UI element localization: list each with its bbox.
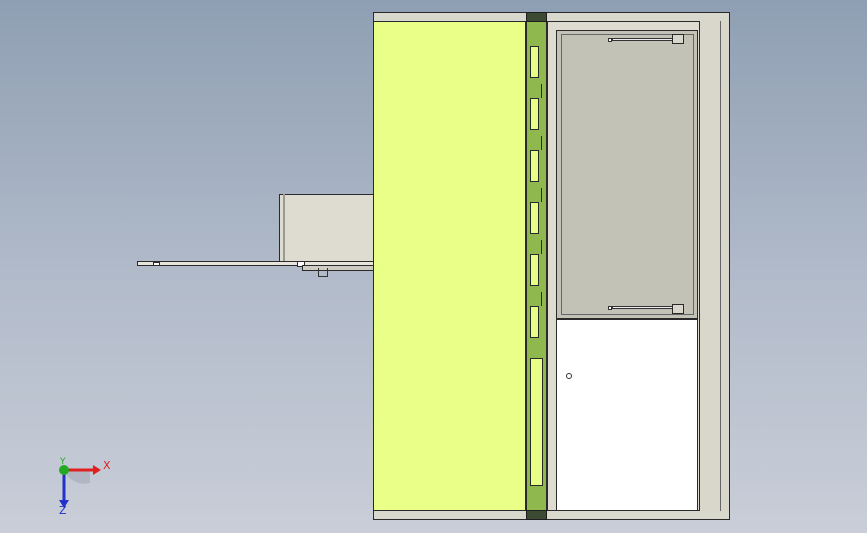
z-axis-label: Z <box>59 504 67 515</box>
shelf-stop <box>153 262 160 266</box>
top-rail <box>612 38 674 41</box>
drawer-box[interactable] <box>279 194 374 262</box>
bottom-rail <box>612 306 674 309</box>
strip-tick <box>541 188 544 202</box>
side-post-edge <box>720 21 721 511</box>
strip-tick <box>541 136 544 150</box>
strip-cap-bottom <box>526 510 547 520</box>
x-arrow-head <box>93 465 101 475</box>
vent-slot <box>530 46 539 78</box>
shelf-support-bar <box>302 265 374 271</box>
strip-tick <box>541 84 544 98</box>
axis-triad: X Y Z <box>55 455 125 517</box>
vent-slot <box>530 150 539 182</box>
vent-slot <box>530 254 539 286</box>
top-rail-tip <box>608 38 612 42</box>
cabinet-side-panel[interactable] <box>373 21 526 511</box>
vent-slot <box>530 98 539 130</box>
shelf-hinge <box>318 268 328 277</box>
lower-door[interactable] <box>556 319 698 511</box>
vent-slot <box>530 202 539 234</box>
cad-viewport[interactable]: X Y Z <box>0 0 867 533</box>
strip-tick <box>541 240 544 254</box>
door-handle[interactable] <box>566 373 572 379</box>
side-post[interactable] <box>699 21 730 511</box>
drawer-lip <box>283 194 285 262</box>
glass-door-inner-frame <box>561 34 694 315</box>
x-axis-label: X <box>103 459 111 472</box>
strip-cap-top <box>526 12 547 22</box>
top-rail-knob[interactable] <box>672 34 684 44</box>
y-axis-label: Y <box>59 457 66 467</box>
strip-tick <box>541 292 544 306</box>
cabinet-bottom-frame[interactable] <box>373 510 730 520</box>
vent-slot <box>530 306 539 338</box>
axis-triad-graphic: X Y Z <box>59 457 111 517</box>
bottom-rail-knob[interactable] <box>672 304 684 314</box>
bottom-rail-tip <box>608 306 612 310</box>
vent-slot-long <box>530 358 543 486</box>
